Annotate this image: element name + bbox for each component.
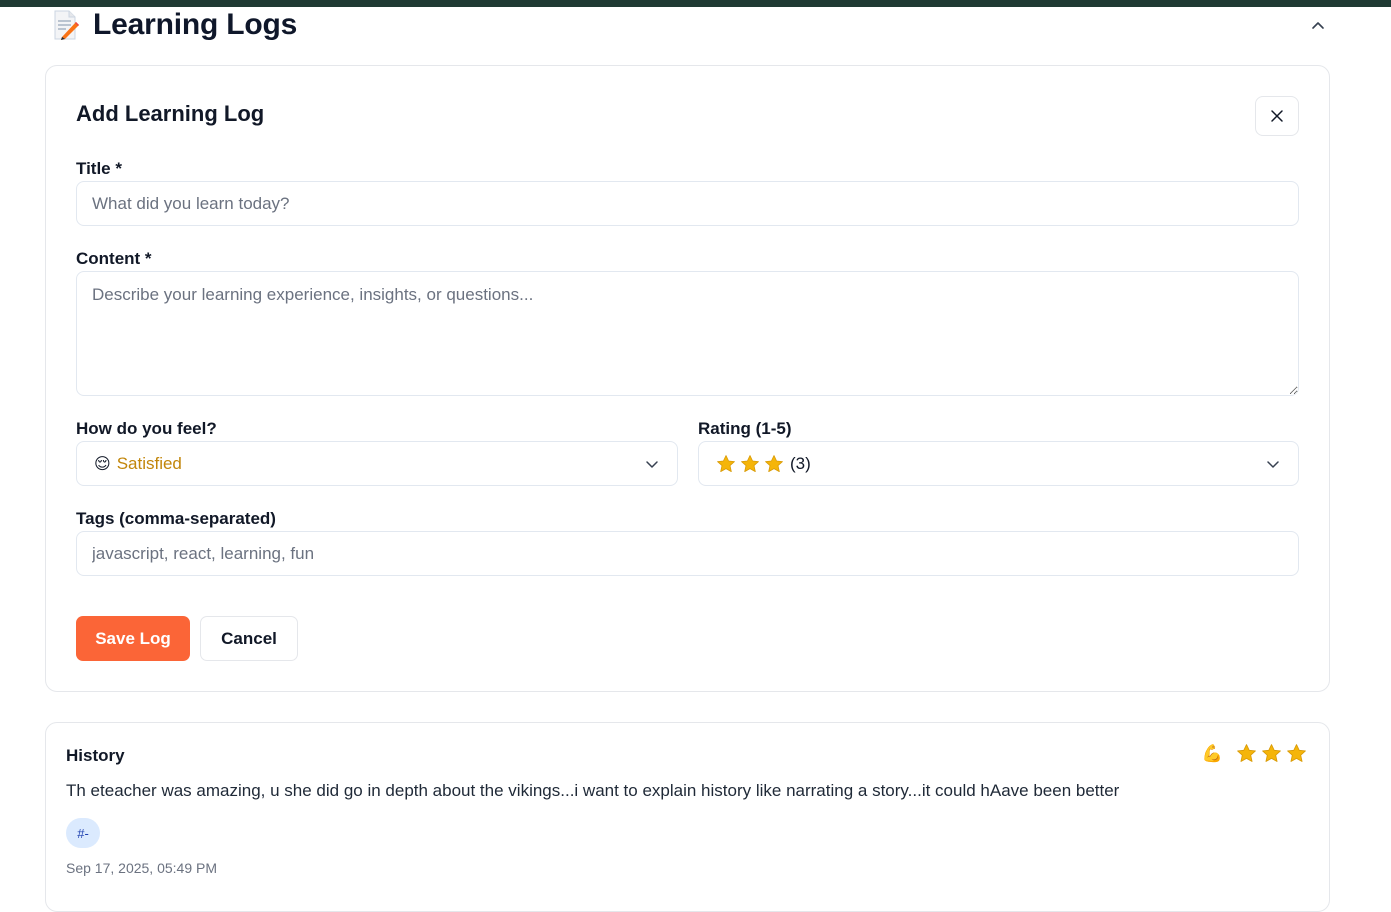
save-log-button[interactable]: Save Log	[76, 616, 190, 661]
star-icon	[765, 455, 783, 472]
star-icon	[717, 455, 735, 472]
add-log-form: Add Learning Log Title * Content * How d…	[45, 65, 1330, 692]
close-form-button[interactable]	[1255, 96, 1299, 136]
star-icon	[1262, 744, 1281, 762]
star-icon	[1237, 744, 1256, 762]
mood-label: How do you feel?	[76, 419, 217, 438]
rating-select[interactable]: (3)	[698, 441, 1299, 486]
mood-select[interactable]: 😌 Satisfied	[76, 441, 678, 486]
log-meta: 💪	[1202, 743, 1307, 764]
rating-stars	[716, 454, 784, 474]
title-label: Title *	[76, 159, 122, 178]
collapse-button[interactable]	[1306, 14, 1330, 38]
star-icon	[741, 455, 759, 472]
mood-emoji: 😌	[94, 456, 111, 473]
log-rating-stars	[1236, 743, 1307, 764]
log-content: Th eteacher was amazing, u she did go in…	[66, 781, 1120, 800]
memo-icon	[52, 10, 80, 40]
tag-badge[interactable]: #-	[66, 818, 100, 848]
content-textarea[interactable]	[76, 271, 1299, 396]
rating-label: Rating (1-5)	[698, 419, 792, 438]
log-entry: History 💪 Th eteacher was amazing, u she…	[45, 722, 1330, 912]
star-icon	[1287, 744, 1306, 762]
cancel-button[interactable]: Cancel	[200, 616, 298, 661]
page-title: Learning Logs	[93, 8, 298, 41]
chevron-down-icon	[646, 461, 658, 468]
rating-value: (3)	[790, 454, 811, 473]
title-input[interactable]	[76, 181, 1299, 226]
content-label: Content *	[76, 249, 152, 268]
tags-label: Tags (comma-separated)	[76, 509, 276, 528]
log-date: Sep 17, 2025, 05:49 PM	[66, 860, 217, 876]
close-icon	[1271, 110, 1283, 122]
tags-input[interactable]	[76, 531, 1299, 576]
chevron-down-icon	[1267, 461, 1279, 468]
mood-value: Satisfied	[116, 454, 182, 473]
section-header: Learning Logs	[52, 8, 1342, 44]
top-bar	[0, 0, 1391, 7]
mood-emoji: 💪	[1201, 743, 1223, 763]
chevron-up-icon	[1312, 22, 1324, 29]
log-title: History	[66, 746, 125, 765]
form-title: Add Learning Log	[76, 101, 265, 126]
